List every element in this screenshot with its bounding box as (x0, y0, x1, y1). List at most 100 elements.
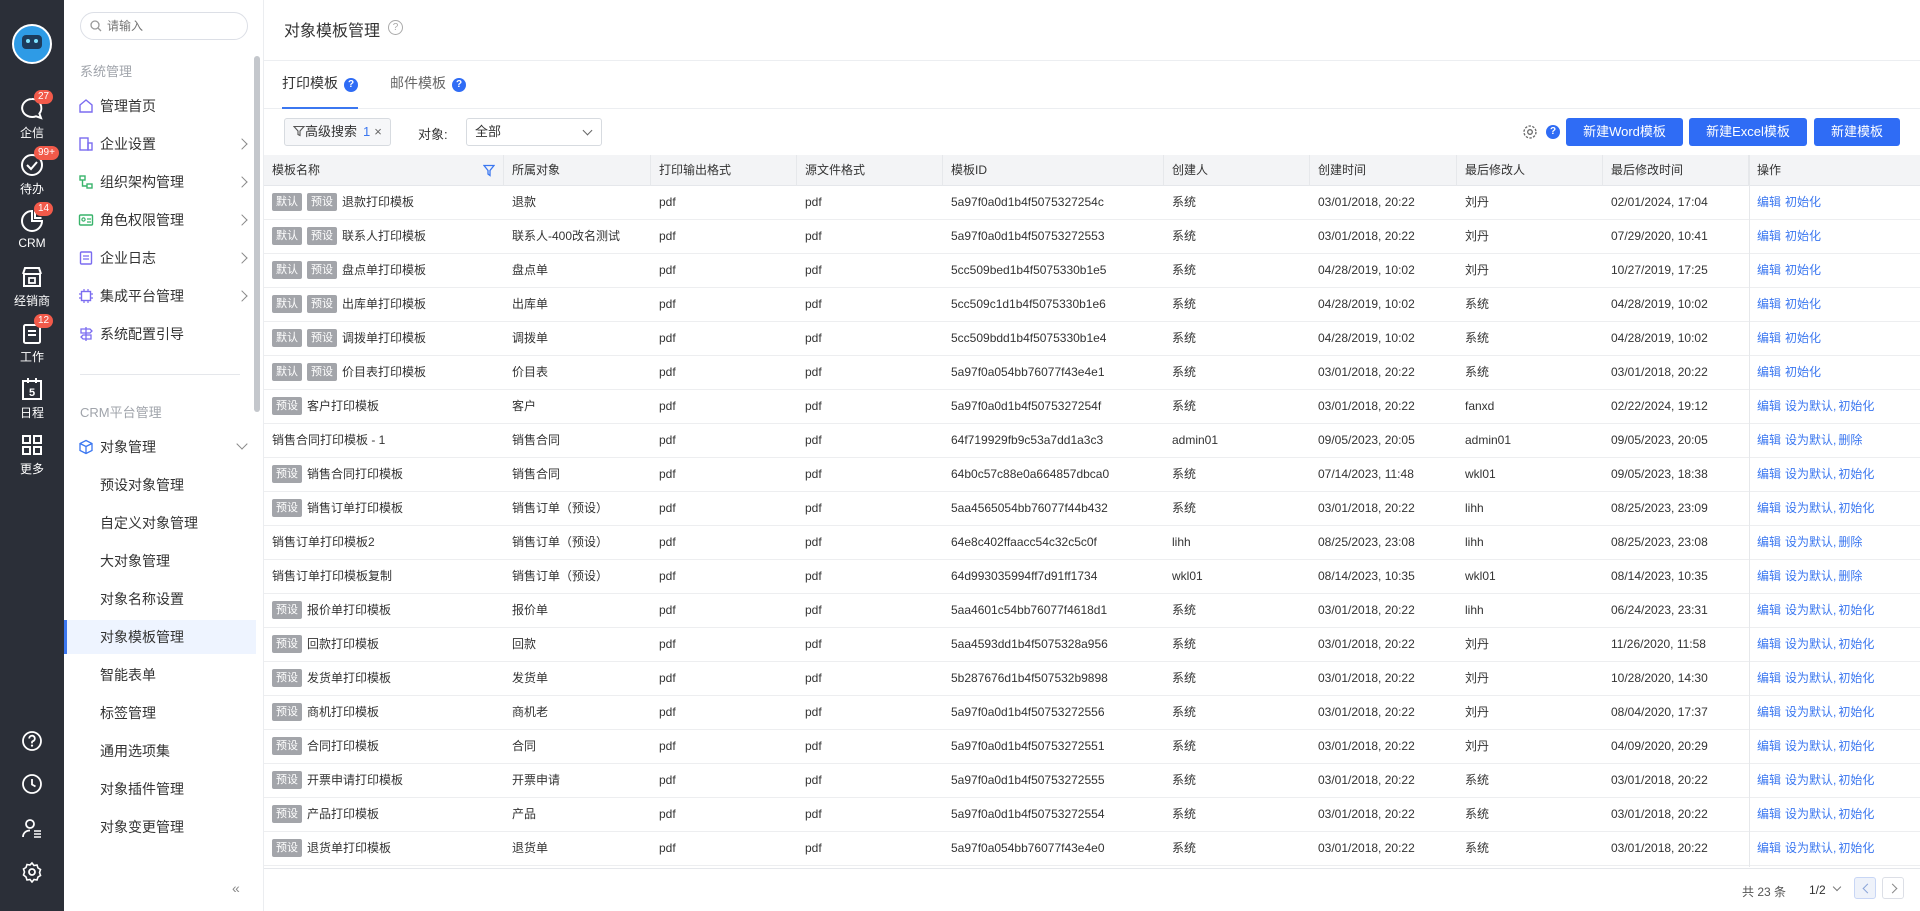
table-row[interactable]: 预设 商机打印模板 商机老 pdf pdf 5a97f0a0d1b4f5075327255… (264, 696, 1920, 730)
table-row[interactable]: 默认 预设 联系人打印模板 联系人-400改名测试 pdf pdf 5a97f0a0d1b4… (264, 220, 1920, 254)
table-row[interactable]: 默认 预设 盘点单打印模板 盘点单 pdf pdf 5cc509bed1b4f5075330… (264, 254, 1920, 288)
rail-item-crm[interactable]: 14 CRM (0, 202, 64, 250)
avatar[interactable] (12, 24, 52, 64)
table-row[interactable]: 预设 开票申请打印模板 开票申请 pdf pdf 5a97f0a0d1b4f5075327… (264, 764, 1920, 798)
row-action-link[interactable]: 初始化 (1838, 773, 1874, 787)
tab-print-templates[interactable]: 打印模板? (282, 73, 358, 109)
row-action-link[interactable]: 初始化 (1838, 467, 1874, 481)
column-header[interactable]: 最后修改人 (1457, 155, 1603, 186)
sub-item-object-templates[interactable]: 对象模板管理 (64, 620, 256, 654)
table-row[interactable]: 销售合同打印模板 - 1 销售合同 pdf pdf 64f719929fb9c53a7d… (264, 424, 1920, 458)
column-header[interactable]: 所属对象 (504, 155, 651, 186)
history-button[interactable] (0, 773, 64, 798)
sub-item-changes[interactable]: 对象变更管理 (64, 810, 256, 844)
row-action-link[interactable]: 设为默认 (1785, 399, 1833, 413)
nav-config-guide[interactable]: 系统配置引导 (64, 317, 256, 351)
row-action-link[interactable]: 编辑 (1757, 467, 1781, 481)
row-action-link[interactable]: 设为默认 (1785, 773, 1833, 787)
column-header[interactable]: 源文件格式 (797, 155, 943, 186)
help-circle-icon[interactable]: ? (388, 20, 403, 35)
row-action-link[interactable]: 初始化 (1838, 637, 1874, 651)
row-action-link[interactable]: 设为默认 (1785, 501, 1833, 515)
nav-enterprise-log[interactable]: 企业日志 (64, 241, 256, 275)
rail-item-calendar[interactable]: 5 日程 (0, 376, 64, 421)
table-row[interactable]: 销售订单打印模板2 销售订单（预设） pdf pdf 64e8c402ffaacc54c… (264, 526, 1920, 560)
row-action-link[interactable]: 初始化 (1838, 501, 1874, 515)
nav-object-management[interactable]: 对象管理 (64, 430, 256, 464)
table-row[interactable]: 预设 销售合同打印模板 销售合同 pdf pdf 64b0c57c88e0a664857d… (264, 458, 1920, 492)
clear-filter-icon[interactable]: × (374, 124, 382, 139)
help-button[interactable] (0, 730, 64, 755)
row-action-link[interactable]: 设为默认 (1785, 705, 1833, 719)
sub-item-preset-objects[interactable]: 预设对象管理 (64, 468, 256, 502)
help-icon[interactable]: ? (452, 78, 466, 92)
row-action-link[interactable]: 编辑 (1757, 433, 1781, 447)
table-row[interactable]: 默认 预设 调拨单打印模板 调拨单 pdf pdf 5cc509bdd1b4f5075330… (264, 322, 1920, 356)
row-action-link[interactable]: 初始化 (1785, 297, 1821, 311)
row-action-link[interactable]: 设为默认 (1785, 569, 1833, 583)
column-filter-icon[interactable] (483, 164, 495, 177)
row-action-link[interactable]: 编辑 (1757, 297, 1781, 311)
chevron-down-icon[interactable] (1832, 882, 1842, 892)
row-action-link[interactable]: 编辑 (1757, 229, 1781, 243)
row-action-link[interactable]: 初始化 (1785, 195, 1821, 209)
column-header[interactable]: 最后修改时间 (1603, 155, 1749, 186)
table-row[interactable]: 预设 合同打印模板 合同 pdf pdf 5a97f0a0d1b4f50753272551… (264, 730, 1920, 764)
nav-role-permissions[interactable]: 角色权限管理 (64, 203, 256, 237)
row-action-link[interactable]: 设为默认 (1785, 467, 1833, 481)
sub-item-big-objects[interactable]: 大对象管理 (64, 544, 256, 578)
new-template-button[interactable]: 新建模板 (1814, 118, 1900, 146)
row-action-link[interactable]: 初始化 (1838, 841, 1874, 855)
column-header[interactable]: 模板ID (943, 155, 1164, 186)
sub-item-tags[interactable]: 标签管理 (64, 696, 256, 730)
nav-org-structure[interactable]: 组织架构管理 (64, 165, 256, 199)
collapse-sidebar-icon[interactable]: « (232, 880, 240, 896)
help-icon[interactable]: ? (1546, 125, 1560, 139)
table-row[interactable]: 预设 产品打印模板 产品 pdf pdf 5a97f0a0d1b4f50753272554… (264, 798, 1920, 832)
row-action-link[interactable]: 设为默认 (1785, 671, 1833, 685)
sub-item-plugins[interactable]: 对象插件管理 (64, 772, 256, 806)
nav-integration-platform[interactable]: 集成平台管理 (64, 279, 256, 313)
row-action-link[interactable]: 设为默认 (1785, 739, 1833, 753)
sub-item-object-names[interactable]: 对象名称设置 (64, 582, 256, 616)
row-action-link[interactable]: 编辑 (1757, 773, 1781, 787)
sidebar-scrollbar[interactable] (254, 56, 260, 412)
row-action-link[interactable]: 编辑 (1757, 705, 1781, 719)
row-action-link[interactable]: 初始化 (1785, 365, 1821, 379)
new-word-template-button[interactable]: 新建Word模板 (1566, 118, 1683, 146)
row-action-link[interactable]: 设为默认 (1785, 603, 1833, 617)
nav-enterprise-settings[interactable]: 企业设置 (64, 127, 256, 161)
table-row[interactable]: 预设 客户打印模板 客户 pdf pdf 5a97f0a0d1b4f5075327254f… (264, 390, 1920, 424)
column-header[interactable]: 打印输出格式 (651, 155, 797, 186)
page-indicator[interactable]: 1/2 (1809, 883, 1826, 897)
settings-button[interactable] (0, 861, 64, 886)
next-page-button[interactable] (1882, 877, 1904, 899)
row-action-link[interactable]: 设为默认 (1785, 807, 1833, 821)
row-action-link[interactable]: 初始化 (1838, 399, 1874, 413)
row-action-link[interactable]: 删除 (1838, 433, 1862, 447)
sidebar-search[interactable] (80, 12, 248, 40)
table-row[interactable]: 预设 退货单打印模板 退货单 pdf pdf 5a97f0a054bb76077f43e4… (264, 832, 1920, 866)
tab-email-templates[interactable]: 邮件模板? (390, 73, 466, 109)
row-action-link[interactable]: 初始化 (1785, 331, 1821, 345)
row-action-link[interactable]: 编辑 (1757, 671, 1781, 685)
row-action-link[interactable]: 初始化 (1838, 705, 1874, 719)
account-button[interactable] (0, 817, 64, 842)
table-row[interactable]: 预设 销售订单打印模板 销售订单（预设） pdf pdf 5aa4565054bb7607… (264, 492, 1920, 526)
row-action-link[interactable]: 编辑 (1757, 739, 1781, 753)
object-select[interactable]: 全部 (466, 118, 602, 146)
table-row[interactable]: 预设 报价单打印模板 报价单 pdf pdf 5aa4601c54bb76077f4618… (264, 594, 1920, 628)
row-action-link[interactable]: 编辑 (1757, 263, 1781, 277)
row-action-link[interactable]: 编辑 (1757, 807, 1781, 821)
rail-item-dealer[interactable]: 经销商 (0, 264, 64, 309)
prev-page-button[interactable] (1854, 877, 1876, 899)
row-action-link[interactable]: 编辑 (1757, 603, 1781, 617)
table-row[interactable]: 预设 发货单打印模板 发货单 pdf pdf 5b287676d1b4f507532b98… (264, 662, 1920, 696)
row-action-link[interactable]: 删除 (1838, 535, 1862, 549)
rail-item-more[interactable]: 更多 (0, 432, 64, 477)
row-action-link[interactable]: 设为默认 (1785, 841, 1833, 855)
row-action-link[interactable]: 初始化 (1785, 229, 1821, 243)
column-header[interactable]: 模板名称 (264, 155, 504, 186)
row-action-link[interactable]: 初始化 (1838, 671, 1874, 685)
row-action-link[interactable]: 设为默认 (1785, 637, 1833, 651)
